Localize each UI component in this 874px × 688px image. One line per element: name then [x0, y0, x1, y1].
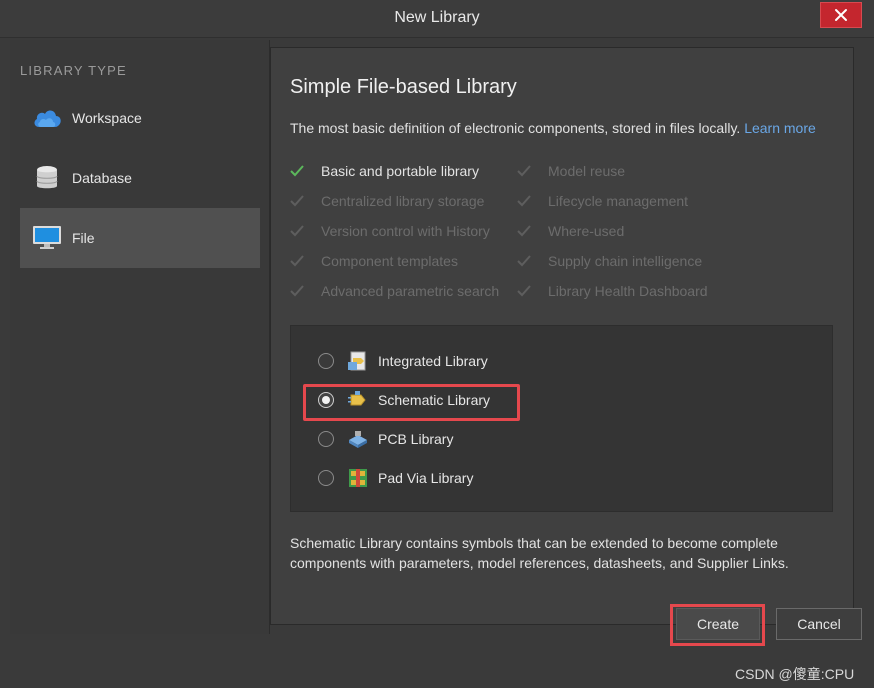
sidebar-item-workspace[interactable]: Workspace: [20, 88, 260, 148]
create-highlight-box: [670, 604, 765, 646]
feature-label: Centralized library storage: [321, 193, 485, 209]
cancel-button[interactable]: Cancel: [776, 608, 862, 640]
watermark-text: CSDN @傻童:CPU: [735, 666, 855, 682]
feature-label: Where-used: [548, 223, 625, 239]
monitor-icon: [32, 223, 62, 253]
feature-label: Library Health Dashboard: [548, 283, 708, 299]
feature-label: Lifecycle management: [548, 193, 689, 209]
panel-title: Simple File-based Library: [290, 76, 517, 98]
option-pcb-library[interactable]: PCB Library: [318, 427, 453, 451]
check-icon: [517, 285, 535, 297]
feature-item: Component templates: [290, 251, 458, 271]
option-label: Integrated Library: [378, 353, 488, 369]
option-integrated-library[interactable]: Integrated Library: [318, 349, 488, 373]
feature-item: Basic and portable library: [290, 161, 479, 181]
feature-item: Supply chain intelligence: [517, 251, 702, 271]
check-icon: [517, 165, 535, 177]
feature-item: Model reuse: [517, 161, 625, 181]
integrated-library-icon: [347, 350, 369, 372]
check-icon: [290, 255, 308, 267]
pcb-library-icon: [347, 428, 369, 450]
option-label: Pad Via Library: [378, 470, 474, 486]
feature-label: Model reuse: [548, 163, 626, 179]
check-icon: [290, 195, 308, 207]
feature-label: Component templates: [321, 253, 458, 269]
library-type-heading: LIBRARY TYPE: [20, 63, 127, 78]
feature-item: Version control with History: [290, 221, 490, 241]
sidebar-item-label: Database: [72, 170, 132, 186]
check-icon: [290, 165, 308, 177]
check-icon: [517, 195, 535, 207]
radio-pad-via-library[interactable]: [318, 470, 334, 486]
window-title: New Library: [394, 9, 480, 26]
feature-label: Basic and portable library: [321, 163, 479, 179]
pad-via-library-icon: [347, 467, 369, 489]
feature-label: Version control with History: [321, 223, 490, 239]
feature-item: Library Health Dashboard: [517, 281, 708, 301]
title-bar: New Library: [0, 0, 874, 38]
check-icon: [517, 255, 535, 267]
database-icon: [32, 163, 62, 193]
sidebar-item-label: File: [72, 230, 95, 246]
dialog-content: LIBRARY TYPE Workspace Database File Sim…: [0, 38, 874, 688]
feature-item: Centralized library storage: [290, 191, 484, 211]
option-description: Schematic Library contains symbols that …: [290, 535, 789, 571]
feature-label: Advanced parametric search: [321, 283, 500, 299]
close-icon: [835, 9, 847, 21]
sidebar-item-file[interactable]: File: [20, 208, 260, 268]
check-icon: [517, 225, 535, 237]
feature-item: Advanced parametric search: [290, 281, 499, 301]
library-detail-panel: Simple File-based Library The most basic…: [270, 47, 854, 625]
radio-integrated-library[interactable]: [318, 353, 334, 369]
sidebar-item-database[interactable]: Database: [20, 148, 260, 208]
sidebar-item-label: Workspace: [72, 110, 142, 126]
feature-label: Supply chain intelligence: [548, 253, 703, 269]
option-label: PCB Library: [378, 431, 454, 447]
learn-more-link[interactable]: Learn more: [744, 120, 816, 136]
library-type-sidebar: LIBRARY TYPE Workspace Database File: [10, 40, 270, 634]
check-icon: [290, 225, 308, 237]
file-library-options: Integrated Library Schematic Library PCB…: [290, 325, 833, 512]
feature-item: Lifecycle management: [517, 191, 688, 211]
option-pad-via-library[interactable]: Pad Via Library: [318, 466, 473, 490]
check-icon: [290, 285, 308, 297]
cloud-icon: [32, 103, 62, 133]
radio-pcb-library[interactable]: [318, 431, 334, 447]
feature-item: Where-used: [517, 221, 624, 241]
close-button[interactable]: [820, 2, 862, 28]
schematic-highlight-box: [303, 384, 520, 421]
description-text: The most basic definition of electronic …: [290, 120, 741, 136]
panel-description: The most basic definition of electronic …: [290, 120, 816, 136]
